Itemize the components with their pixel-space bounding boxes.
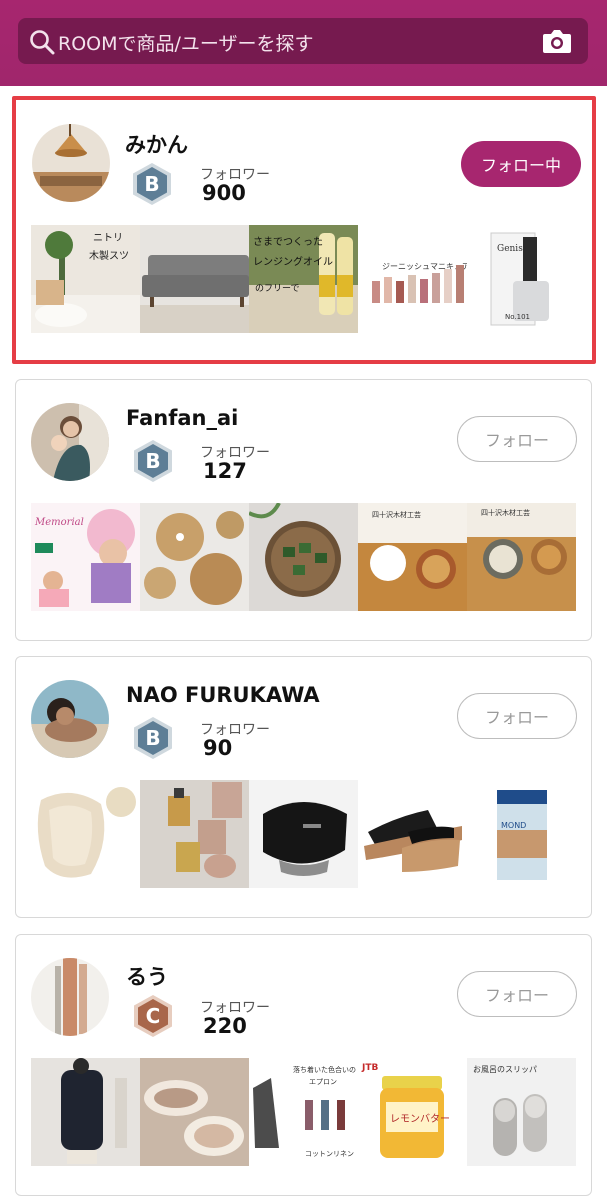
search-bar[interactable]: ROOMで商品/ユーザーを探す xyxy=(18,18,588,64)
item-thumbnail[interactable]: お風呂のスリッパ xyxy=(467,1058,576,1166)
user-card[interactable]: るう C フォロワー 220 フォロー 落ち着いた色合いの エプロン コットンリ… xyxy=(15,934,592,1196)
svg-text:Memorial: Memorial xyxy=(34,517,84,528)
item-thumbnails: 落ち着いた色合いの エプロン コットンリネン レモンバター JTB お風呂のスリ xyxy=(31,1058,576,1166)
item-thumbnail[interactable]: Memorial xyxy=(31,503,140,611)
follow-button[interactable]: フォロー xyxy=(457,971,577,1017)
svg-text:ジーニッシュマニキュア: ジーニッシュマニキュア xyxy=(382,262,467,271)
item-thumbnail[interactable]: Genish No.101 xyxy=(467,225,576,333)
svg-text:JTB: JTB xyxy=(361,1063,378,1073)
avatar[interactable] xyxy=(31,403,109,481)
follow-button[interactable]: フォロー xyxy=(457,693,577,739)
item-thumbnails: Memorial 四十沢木材工芸 四十沢木材工芸 xyxy=(31,503,576,611)
follower-count: 90 xyxy=(203,736,233,760)
item-thumbnails: MOND xyxy=(31,780,576,888)
svg-text:四十沢木材工芸: 四十沢木材工芸 xyxy=(481,508,530,517)
svg-text:落ち着いた色合いの: 落ち着いた色合いの xyxy=(293,1065,356,1074)
rank-badge-icon: B xyxy=(133,163,171,205)
user-card[interactable]: みかん B フォロワー 900 フォロー中 ニトリ 木製スツ さまでつくった レ… xyxy=(12,96,596,364)
item-thumbnail[interactable] xyxy=(140,780,249,888)
item-thumbnail[interactable] xyxy=(358,780,467,888)
item-thumbnail[interactable] xyxy=(31,780,140,888)
item-thumbnail[interactable] xyxy=(249,780,358,888)
item-thumbnail[interactable] xyxy=(249,503,358,611)
user-card[interactable]: Fanfan_ai B フォロワー 127 フォロー Memorial 四十沢木… xyxy=(15,379,592,641)
svg-text:さまでつくった: さまでつくった xyxy=(253,236,323,248)
item-thumbnails: ニトリ 木製スツ さまでつくった レンジングオイル のフリーで ジーニッシュマニ… xyxy=(31,225,576,333)
item-thumbnail[interactable] xyxy=(140,1058,249,1166)
user-name[interactable]: NAO FURUKAWA xyxy=(126,683,320,707)
user-name[interactable]: るう xyxy=(126,961,168,991)
follower-count: 127 xyxy=(203,459,247,483)
item-thumbnail[interactable]: さまでつくった レンジングオイル のフリーで xyxy=(249,225,358,333)
follower-count: 220 xyxy=(203,1014,247,1038)
item-thumbnail[interactable] xyxy=(140,503,249,611)
avatar[interactable] xyxy=(31,958,109,1036)
avatar[interactable] xyxy=(31,680,109,758)
item-thumbnail[interactable]: 四十沢木材工芸 xyxy=(358,503,467,611)
svg-text:レモンバター: レモンバター xyxy=(390,1113,450,1125)
svg-text:お風呂のスリッパ: お風呂のスリッパ xyxy=(473,1065,537,1074)
item-thumbnail[interactable]: MOND xyxy=(467,780,576,888)
avatar[interactable] xyxy=(32,124,110,202)
item-thumbnail[interactable]: 落ち着いた色合いの エプロン コットンリネン xyxy=(249,1058,358,1166)
svg-text:ニトリ: ニトリ xyxy=(93,233,123,244)
svg-text:エプロン: エプロン xyxy=(309,1078,337,1086)
svg-text:四十沢木材工芸: 四十沢木材工芸 xyxy=(372,510,421,519)
item-thumbnail[interactable]: レモンバター JTB xyxy=(358,1058,467,1166)
item-thumbnail[interactable]: ジーニッシュマニキュア xyxy=(358,225,467,333)
svg-text:レンジングオイル: レンジングオイル xyxy=(253,255,333,268)
user-name[interactable]: Fanfan_ai xyxy=(126,406,238,430)
rank-badge-icon: B xyxy=(134,717,172,759)
follow-button[interactable]: フォロー xyxy=(457,416,577,462)
item-thumbnail[interactable]: ニトリ 木製スツ xyxy=(31,225,140,333)
search-placeholder: ROOMで商品/ユーザーを探す xyxy=(58,33,314,55)
item-thumbnail[interactable] xyxy=(140,225,249,333)
item-thumbnail[interactable] xyxy=(31,1058,140,1166)
follower-count: 900 xyxy=(202,181,246,205)
user-name[interactable]: みかん xyxy=(125,129,188,159)
svg-text:木製スツ: 木製スツ xyxy=(89,249,129,262)
svg-text:No.101: No.101 xyxy=(505,313,530,321)
search-icon xyxy=(30,30,55,55)
item-thumbnail[interactable]: 四十沢木材工芸 xyxy=(467,503,576,611)
svg-text:のフリーで: のフリーで xyxy=(255,284,299,294)
svg-text:MOND: MOND xyxy=(501,821,526,830)
svg-text:コットンリネン: コットンリネン xyxy=(305,1150,354,1158)
top-bar: ROOMで商品/ユーザーを探す xyxy=(0,0,607,86)
rank-badge-icon: B xyxy=(134,440,172,482)
rank-badge-icon: C xyxy=(134,995,172,1037)
user-card[interactable]: NAO FURUKAWA B フォロワー 90 フォロー MOND xyxy=(15,656,592,918)
following-button[interactable]: フォロー中 xyxy=(461,141,581,187)
camera-icon[interactable] xyxy=(542,27,572,55)
